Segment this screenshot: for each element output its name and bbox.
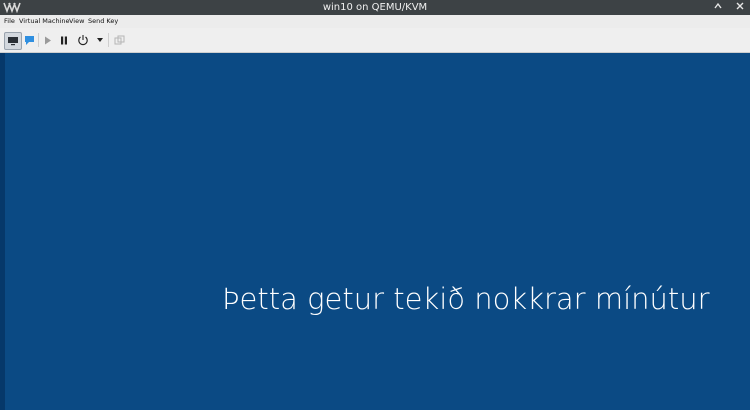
snapshots-button[interactable] xyxy=(112,32,126,48)
menu-view[interactable]: View xyxy=(69,15,84,28)
details-view-button[interactable] xyxy=(22,32,36,48)
run-button[interactable] xyxy=(42,32,54,48)
toolbar-separator xyxy=(38,33,39,47)
info-bubble-icon xyxy=(24,35,34,45)
window-titlebar[interactable]: win10 on QEMU/KVM xyxy=(0,0,750,15)
monitor-icon xyxy=(8,37,18,46)
menu-virtual-machine[interactable]: Virtual Machine xyxy=(19,15,70,28)
console-view-button[interactable] xyxy=(4,32,22,50)
play-icon xyxy=(45,36,51,44)
menubar: File Virtual Machine View Send Key xyxy=(0,15,750,28)
chevron-down-icon xyxy=(97,38,103,42)
vm-console-display[interactable] xyxy=(0,53,750,410)
pause-icon xyxy=(61,36,67,44)
power-button[interactable] xyxy=(76,32,90,48)
toolbar-separator xyxy=(108,33,109,47)
menu-file[interactable]: File xyxy=(4,15,15,28)
setup-progress-message: Þetta getur tekið nokkrar mínútur xyxy=(222,282,710,316)
console-left-edge xyxy=(0,53,5,410)
power-icon xyxy=(78,35,88,46)
close-icon[interactable] xyxy=(733,1,747,14)
snapshot-icon xyxy=(114,35,124,44)
toolbar xyxy=(0,28,750,53)
chevron-up-icon[interactable] xyxy=(711,1,725,14)
power-menu-dropdown[interactable] xyxy=(95,32,105,48)
pause-button[interactable] xyxy=(58,32,70,48)
window-title: win10 on QEMU/KVM xyxy=(322,2,428,13)
menu-send-key[interactable]: Send Key xyxy=(88,15,118,28)
